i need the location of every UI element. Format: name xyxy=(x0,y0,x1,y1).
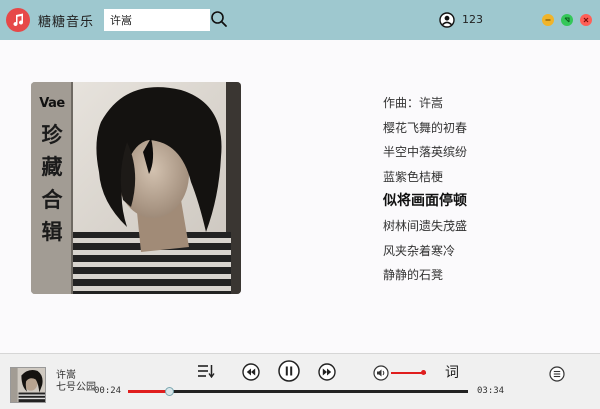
progress-bar[interactable] xyxy=(128,387,468,396)
maximize-button[interactable] xyxy=(561,14,573,26)
time-total: 03:34 xyxy=(477,386,505,396)
lyric-line: 樱花飞舞的初春 xyxy=(383,120,468,135)
lyric-line-current: 似将画面停顿 xyxy=(383,193,467,210)
search-input[interactable] xyxy=(104,9,210,31)
lyrics-panel: 作曲：许嵩 樱花飞舞的初春 半空中落英缤纷 蓝紫色桔梗 似将画面停顿 树林间遗失… xyxy=(383,95,583,292)
playlist-icon[interactable] xyxy=(197,364,215,378)
menu-icon[interactable] xyxy=(549,366,565,382)
volume-icon[interactable] xyxy=(373,365,389,381)
close-button[interactable] xyxy=(580,14,592,26)
progress-fill xyxy=(128,390,169,393)
album-cover-title-char: 藏 xyxy=(41,154,63,180)
lyric-line: 树林间遗失茂盛 xyxy=(383,218,468,233)
lyric-line: 半空中落英缤纷 xyxy=(383,145,468,160)
album-cover-title-char: 辑 xyxy=(41,218,63,244)
mini-album-cover[interactable] xyxy=(10,367,46,403)
music-note-icon xyxy=(13,13,24,27)
album-cover-title: 珍 藏 合 辑 xyxy=(31,122,73,251)
volume-knob[interactable] xyxy=(420,370,426,375)
album-cover-side-banner: Vae 珍 藏 合 辑 xyxy=(31,82,73,294)
volume-slider[interactable] xyxy=(391,370,426,375)
search-icon[interactable] xyxy=(210,10,228,28)
username[interactable]: 123 xyxy=(462,13,483,26)
user-icon[interactable] xyxy=(439,12,455,28)
album-cover-brand: Vae xyxy=(39,96,65,111)
time-current: 00:24 xyxy=(94,386,122,396)
volume-fill xyxy=(391,372,423,374)
album-cover: Vae 珍 藏 合 辑 xyxy=(31,82,241,294)
progress-knob[interactable] xyxy=(164,387,174,396)
app-title: 糖糖音乐 xyxy=(38,15,95,30)
song-album: 七号公园 xyxy=(56,382,96,393)
album-cover-title-char: 合 xyxy=(41,186,63,212)
app-logo xyxy=(6,8,30,32)
prev-button[interactable] xyxy=(242,363,260,381)
lyrics-toggle-button[interactable]: 词 xyxy=(445,362,459,382)
album-cover-title-char: 珍 xyxy=(41,122,63,147)
lyric-line: 作曲：许嵩 xyxy=(383,96,444,110)
mini-album-cover-photo xyxy=(11,368,45,402)
lyric-line: 风夹杂着寒冷 xyxy=(383,243,456,258)
lyric-line: 静静的石凳 xyxy=(383,268,444,283)
title-bar: 糖糖音乐 123 xyxy=(0,0,600,40)
next-button[interactable] xyxy=(318,363,336,381)
maximize-icon xyxy=(564,17,570,23)
close-icon xyxy=(583,17,589,23)
lyric-line: 蓝紫色桔梗 xyxy=(383,169,444,184)
minimize-icon xyxy=(545,19,551,21)
pause-button[interactable] xyxy=(278,360,300,382)
minimize-button[interactable] xyxy=(542,14,554,26)
player-bar: 许嵩 七号公园 词 00:24 03:34 xyxy=(0,353,600,409)
